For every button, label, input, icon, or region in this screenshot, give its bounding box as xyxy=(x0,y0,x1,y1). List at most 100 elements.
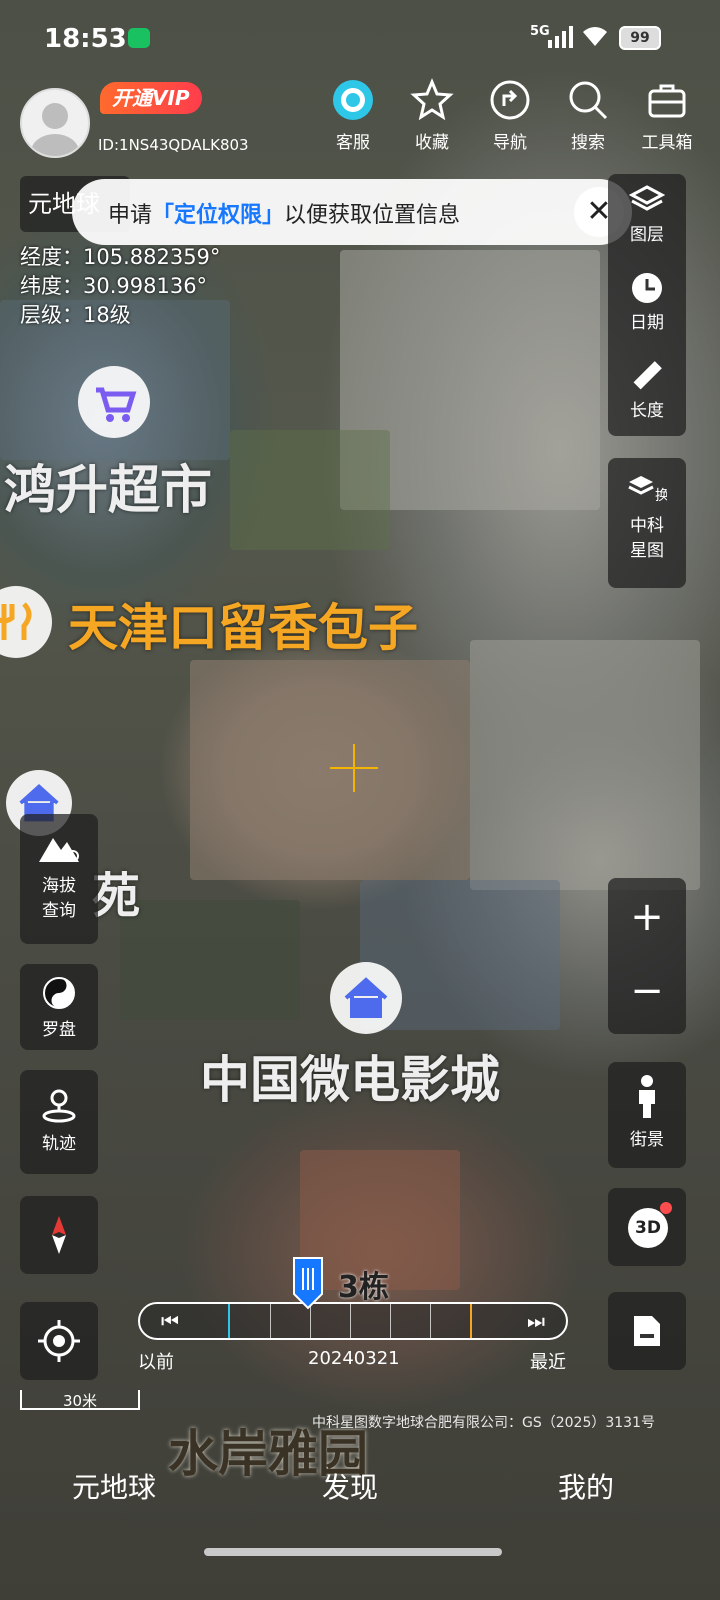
toolbox-button[interactable]: 工具箱 xyxy=(632,78,702,153)
navigation-button[interactable]: 导航 xyxy=(475,78,545,153)
ruler-label: 长度 xyxy=(630,401,664,421)
zoom-level-text: 层级：18级 xyxy=(20,303,131,327)
residence-label: 苑 xyxy=(92,868,141,924)
star-icon xyxy=(410,78,454,121)
vip-button[interactable]: 开通VIP xyxy=(100,82,202,114)
track-button[interactable]: 轨迹 xyxy=(20,1070,98,1174)
navigation-label: 导航 xyxy=(493,133,527,153)
yin-yang-icon xyxy=(43,977,75,1009)
map-switch-label-1: 中科 xyxy=(630,516,664,536)
history-icon xyxy=(632,273,662,303)
layers-button[interactable]: 图层 xyxy=(608,174,686,262)
fork-knife-icon xyxy=(0,602,32,640)
toolbox-icon xyxy=(648,84,686,118)
ruler-icon xyxy=(633,361,662,390)
compass-tool-button[interactable]: 罗盘 xyxy=(20,964,98,1050)
ruler-button[interactable]: 长度 xyxy=(608,350,686,438)
search-button[interactable]: 搜索 xyxy=(553,78,623,153)
search-icon xyxy=(569,81,608,120)
status-bar: 18:53 5G 99 xyxy=(0,20,720,60)
altitude-query-button[interactable]: 海拔 查询 xyxy=(20,814,98,944)
banner-text: 申请「定位权限」以便获取位置信息 xyxy=(108,197,460,229)
street-view-label: 街景 xyxy=(630,1130,664,1150)
timeline-handle[interactable] xyxy=(290,1254,326,1310)
map-switch-badge: 换 xyxy=(655,487,667,504)
timeline-tick xyxy=(350,1304,351,1338)
user-icon xyxy=(31,103,79,156)
altitude-label-2: 查询 xyxy=(42,901,76,921)
person-icon xyxy=(639,1075,655,1118)
cinema-label: 中国微电影城 xyxy=(200,1051,500,1109)
coordinate-readout: 经度：105.882359° 纬度：30.998136° 层级：18级 xyxy=(20,243,220,330)
timeline-prev-button[interactable]: ⏮ xyxy=(150,1304,190,1338)
map-scale-bar: 30米 xyxy=(20,1390,140,1410)
layers-label: 图层 xyxy=(630,225,664,245)
compass-tool-label: 罗盘 xyxy=(42,1020,76,1040)
track-icon xyxy=(42,1089,76,1123)
cinema-poi[interactable] xyxy=(330,962,402,1034)
timeline-tick xyxy=(430,1304,431,1338)
supermarket-poi[interactable] xyxy=(78,366,150,438)
restaurant-poi[interactable] xyxy=(0,586,52,658)
3d-toggle-button[interactable]: 3D xyxy=(608,1188,686,1266)
history-button[interactable]: 日期 xyxy=(608,262,686,350)
layers-icon xyxy=(629,185,665,211)
zoom-control: + − xyxy=(608,878,686,1034)
map-tools-panel: 图层 日期 长度 xyxy=(608,174,686,436)
map-switch-label-2: 星图 xyxy=(630,541,664,561)
building-label: 3栋 xyxy=(338,1270,389,1305)
compass-needle-icon xyxy=(52,1216,66,1254)
history-label: 日期 xyxy=(630,313,664,333)
shopping-cart-icon xyxy=(96,387,137,422)
network-type: 5G xyxy=(530,24,550,39)
map-greenery xyxy=(230,430,390,550)
imagery-timeline[interactable]: ⏮ ⏭ xyxy=(138,1302,568,1340)
timeline-earlier-label: 以前 xyxy=(138,1352,174,1373)
restaurant-label: 天津口留香包子 xyxy=(68,599,418,657)
locate-me-button[interactable] xyxy=(20,1302,98,1380)
toolbox-label: 工具箱 xyxy=(641,133,693,153)
customer-service-label: 客服 xyxy=(336,133,370,153)
wifi-icon xyxy=(583,27,607,46)
folder-icon xyxy=(634,1316,660,1346)
timeline-tick xyxy=(270,1304,271,1338)
status-time: 18:53 xyxy=(44,24,127,54)
favorites-label: 收藏 xyxy=(415,133,449,153)
map-building-block xyxy=(470,640,700,890)
home-indicator[interactable] xyxy=(204,1548,502,1556)
crosshair-locate-icon xyxy=(38,1320,80,1362)
avatar[interactable] xyxy=(20,88,90,158)
nav-discover[interactable]: 发现 xyxy=(322,1466,378,1506)
timeline-latest-label: 最近 xyxy=(530,1352,566,1373)
search-label: 搜索 xyxy=(571,133,605,153)
favorites-button[interactable]: 收藏 xyxy=(397,78,467,153)
3d-icon: 3D xyxy=(628,1208,668,1248)
wechat-notification-icon xyxy=(128,28,150,48)
map-center-crosshair-icon xyxy=(330,744,378,792)
map-switch-icon: 换 xyxy=(628,476,669,504)
files-button[interactable] xyxy=(608,1292,686,1370)
zoom-in-button[interactable]: + xyxy=(608,878,686,956)
banner-prefix: 申请 xyxy=(108,203,153,228)
customer-service-button[interactable]: 客服 xyxy=(318,78,388,153)
navigation-icon xyxy=(490,80,530,120)
nav-home[interactable]: 元地球 xyxy=(72,1466,156,1506)
timeline-tick-current xyxy=(228,1304,230,1338)
map-greenery xyxy=(120,900,300,1020)
banner-highlight: 「定位权限」 xyxy=(152,203,285,228)
north-compass-button[interactable] xyxy=(20,1196,98,1274)
supermarket-label: 鸿升超市 xyxy=(4,461,213,521)
longitude-text: 经度：105.882359° xyxy=(20,245,221,269)
battery-level: 99 xyxy=(619,26,661,50)
timeline-tick xyxy=(390,1304,391,1338)
nav-mine[interactable]: 我的 xyxy=(558,1466,614,1506)
zoom-out-button[interactable]: − xyxy=(608,956,686,1034)
latitude-text: 纬度：30.998136° xyxy=(20,274,208,298)
customer-service-icon xyxy=(333,80,373,120)
street-view-button[interactable]: 街景 xyxy=(608,1062,686,1168)
timeline-next-button[interactable]: ⏭ xyxy=(516,1304,556,1338)
house-icon xyxy=(344,977,388,1018)
mountain-icon xyxy=(39,838,79,862)
map-source-switch-button[interactable]: 换 中科 星图 xyxy=(608,458,686,588)
location-permission-banner[interactable]: 申请「定位权限」以便获取位置信息 ✕ xyxy=(72,179,632,245)
